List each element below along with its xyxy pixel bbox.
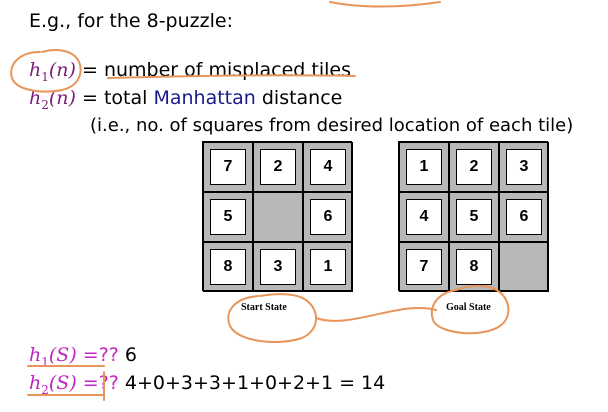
question-equals: =?? [76,372,125,394]
start-tile: 6 [310,199,346,235]
h2-answer: 4+0+3+3+1+0+2+1 = 14 [124,372,386,394]
top-stroke [329,1,441,8]
start-cell: 3 [253,242,303,292]
goal-cell: 6 [499,192,549,242]
start-tile: 8 [210,249,246,285]
goal-cell: 2 [449,142,499,192]
h1-answer: 6 [124,344,137,366]
goal-cell: 8 [449,242,499,292]
h2-definition: h2(n) = total Manhattan distance [29,87,342,112]
start-tile: 5 [210,199,246,235]
goal-cell: 3 [499,142,549,192]
h1-description: number of misplaced tiles [103,59,351,81]
start-blank-cell [253,192,303,242]
start-tile: 1 [310,249,346,285]
start-state-board: 7 2 4 5 6 8 3 1 [202,141,353,292]
goal-tile: 1 [406,149,442,185]
start-cell: 1 [303,242,353,292]
start-tile: 4 [310,149,346,185]
manhattan-note: (i.e., no. of squares from desired locat… [90,115,574,136]
goal-blank-cell [499,242,549,292]
equals-sign: = [75,87,104,109]
goal-tile: 8 [456,249,492,285]
connector-curve [315,306,437,322]
goal-cell: 4 [399,192,449,242]
question-equals: =?? [76,344,125,366]
start-cell: 2 [253,142,303,192]
start-state-caption: Start State [241,302,287,313]
goal-cell: 7 [399,242,449,292]
start-cell: 6 [303,192,353,242]
h2-description: total Manhattan distance [103,87,343,109]
goal-cell: 1 [399,142,449,192]
goal-tile: 3 [506,149,542,185]
goal-tile: 7 [406,249,442,285]
heading: E.g., for the 8-puzzle: [29,10,233,32]
goal-state-caption: Goal State [446,302,491,313]
h2-of-s-symbol: h2(S) [29,372,77,397]
start-cell: 4 [303,142,353,192]
start-cell: 8 [203,242,253,292]
h2-symbol: h2(n) [29,87,76,112]
goal-tile: 2 [456,149,492,185]
goal-tile: 4 [406,199,442,235]
goal-state-board: 1 2 3 4 5 6 7 8 [398,141,549,292]
goal-tile: 6 [506,199,542,235]
goal-cell: 5 [449,192,499,242]
h1-symbol: h1(n) [29,59,76,84]
h1-of-s-symbol: h1(S) [29,344,77,369]
start-tile: 2 [260,149,296,185]
start-cell: 7 [203,142,253,192]
start-tile: 7 [210,149,246,185]
start-cell: 5 [203,192,253,242]
goal-tile: 5 [456,199,492,235]
h1-question: h1(S) =?? 6 [29,344,137,369]
h1-definition: h1(n) = number of misplaced tiles [29,59,351,84]
h2-question: h2(S) =?? 4+0+3+3+1+0+2+1 = 14 [29,372,385,397]
start-tile: 3 [260,249,296,285]
equals-sign: = [75,59,104,81]
